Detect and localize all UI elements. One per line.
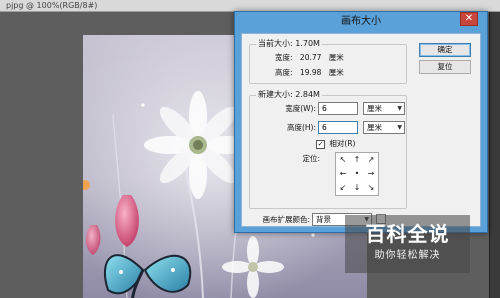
watermark-subtitle: 助你轻松解决 (374, 250, 441, 261)
new-width-unit-value: 厘米 (367, 104, 382, 113)
new-height-unit-select[interactable]: 厘米 ▼ (363, 121, 405, 134)
current-height-row: 高度: 19.98 厘米 (275, 67, 344, 79)
relative-checkbox-row[interactable]: ✓ 相对(R) (316, 138, 355, 149)
anchor-label: 定位: (302, 154, 320, 163)
vertical-scrollbar[interactable] (489, 12, 500, 298)
reset-button[interactable]: 复位 (419, 60, 471, 74)
dialog-title-bar[interactable]: 画布大小 ✕ (235, 12, 487, 32)
anchor-right-icon[interactable]: → (364, 167, 378, 181)
anchor-top-right-icon[interactable]: ↗ (364, 153, 378, 167)
new-height-input[interactable]: 6 (318, 121, 358, 134)
ok-button[interactable]: 确定 (419, 43, 471, 57)
chevron-down-icon: ▼ (397, 105, 402, 112)
current-width-label: 宽度: (275, 53, 293, 62)
anchor-left-icon[interactable]: ← (336, 167, 350, 181)
dialog-body: 当前大小: 1.70M 宽度: 20.77 厘米 高度: 19.98 厘米 新建… (241, 33, 481, 227)
canvas-size-dialog: 画布大小 ✕ 当前大小: 1.70M 宽度: 20.77 厘米 高度: 19.9… (234, 11, 488, 233)
new-width-input[interactable]: 6 (318, 102, 358, 115)
dialog-title: 画布大小 (341, 16, 381, 27)
current-size-legend: 当前大小: 1.70M (256, 38, 322, 50)
watermark-title: 百科全说 (365, 222, 450, 246)
current-width-unit: 厘米 (328, 53, 344, 62)
anchor-grid[interactable]: ↖ ↑ ↗ ← • → ↙ ↓ ↘ (335, 152, 379, 196)
chevron-down-icon: ▼ (397, 124, 402, 131)
relative-label: 相对(R) (329, 139, 356, 148)
watermark: 百科全说 助你轻松解决 (345, 215, 470, 273)
current-size-group: 当前大小: 1.70M 宽度: 20.77 厘米 高度: 19.98 厘米 (249, 38, 407, 84)
new-height-label: 高度(H): (286, 123, 316, 132)
new-size-group: 新建大小: 2.84M 宽度(W): 6 厘米 ▼ 高度(H): 6 厘米 ▼ … (249, 89, 407, 209)
new-size-legend: 新建大小: 2.84M (256, 89, 322, 101)
anchor-top-left-icon[interactable]: ↖ (336, 153, 350, 167)
new-width-label: 宽度(W): (285, 104, 316, 113)
new-height-unit-value: 厘米 (367, 123, 382, 132)
extension-color-value: 背景 (316, 215, 331, 224)
anchor-bottom-left-icon[interactable]: ↙ (336, 181, 350, 195)
close-icon: ✕ (464, 13, 474, 24)
anchor-top-icon[interactable]: ↑ (350, 153, 364, 167)
new-width-unit-select[interactable]: 厘米 ▼ (363, 102, 405, 115)
current-width-value: 20.77 (299, 53, 322, 62)
current-width-row: 宽度: 20.77 厘米 (275, 52, 344, 64)
relative-checkbox[interactable]: ✓ (316, 139, 325, 149)
anchor-bottom-right-icon[interactable]: ↘ (364, 181, 378, 195)
anchor-center-icon[interactable]: • (350, 167, 364, 181)
current-height-unit: 厘米 (328, 68, 344, 77)
extension-color-label: 画布扩展颜色: (262, 215, 310, 224)
close-button[interactable]: ✕ (460, 12, 478, 26)
document-tab[interactable]: pjpg @ 100%(RGB/8#) (0, 0, 103, 11)
anchor-bottom-icon[interactable]: ↓ (350, 181, 364, 195)
current-height-value: 19.98 (299, 68, 322, 77)
current-height-label: 高度: (275, 68, 293, 77)
